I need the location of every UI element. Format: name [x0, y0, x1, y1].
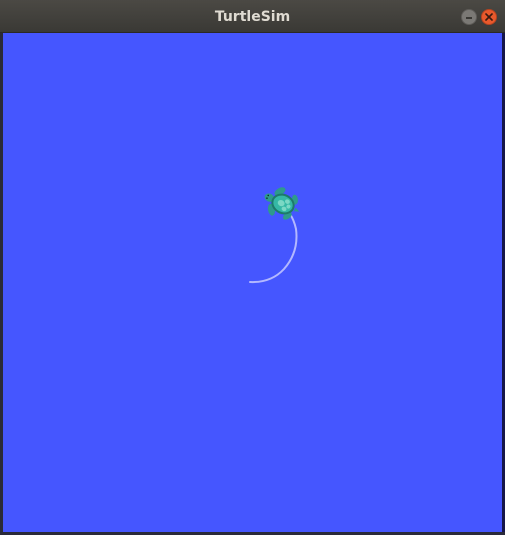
turtle-icon	[264, 187, 300, 220]
minimize-button[interactable]	[461, 9, 477, 25]
simulation-canvas	[3, 33, 502, 532]
close-button[interactable]	[481, 9, 497, 25]
close-icon	[485, 13, 493, 21]
turtlesim-window: TurtleSim	[0, 0, 505, 535]
title-bar[interactable]: TurtleSim	[0, 0, 505, 33]
pen-trail	[249, 213, 298, 284]
window-title: TurtleSim	[214, 9, 291, 25]
